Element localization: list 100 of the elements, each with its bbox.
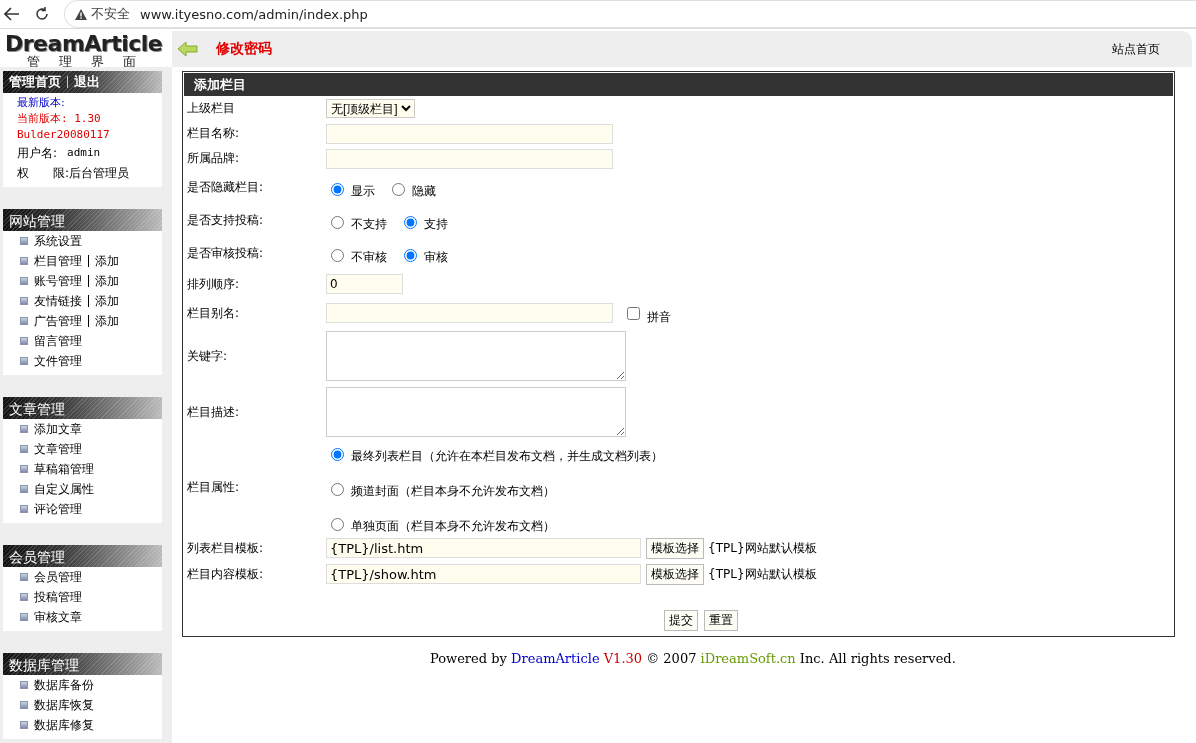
footer-text: Powered by DreamArticle V1.30 © 2007 iDreamSoft.cn Inc. All rights reserved. [430, 651, 956, 666]
reload-icon[interactable] [34, 6, 50, 22]
radio-button[interactable] [331, 248, 344, 262]
bullet-icon [20, 297, 28, 305]
field-label: 所属品牌: [187, 150, 241, 167]
warning-icon [75, 8, 87, 20]
option-label: 显示 [351, 183, 375, 200]
footer-link[interactable]: DreamArticle [511, 651, 600, 666]
sidebar-section-header: 网站管理 [3, 209, 162, 231]
sidebar-link[interactable]: 文件管理 [34, 352, 82, 370]
checkbox[interactable] [627, 306, 640, 320]
logo-subtitle: 管理界面 [26, 55, 155, 68]
sidebar-section-header: 文章管理 [3, 397, 162, 419]
sidebar-link[interactable]: 添加文章 [34, 420, 82, 438]
sidebar-link[interactable]: 草稿箱管理 [34, 460, 94, 478]
add-link[interactable]: 添加 [95, 272, 119, 290]
bullet-icon [20, 317, 28, 325]
sidebar-link[interactable]: 审核文章 [34, 608, 82, 626]
radio-button[interactable] [331, 517, 344, 531]
address-bar[interactable]: 不安全 www.ityesno.com/admin/index.php [64, 0, 1196, 28]
parent-column-select[interactable]: 无[顶级栏目] [326, 99, 415, 118]
build-text: Bulder20080117 [17, 127, 111, 143]
option-label: 支持 [424, 216, 448, 233]
info-label: 权 限: [17, 165, 70, 182]
bullet-icon [20, 485, 28, 493]
radio-button[interactable] [331, 482, 344, 496]
field-label: 排列顺序: [187, 275, 241, 293]
field-label: 栏目别名: [187, 304, 241, 322]
radio-button[interactable] [331, 447, 344, 461]
option-label: 审核 [424, 249, 448, 266]
info-label: 用户名: [17, 145, 58, 162]
radio-button[interactable] [392, 182, 405, 196]
sidebar-link[interactable]: 系统设置 [34, 232, 82, 250]
field-label: 是否支持投稿: [187, 212, 265, 229]
bullet-icon [20, 681, 28, 689]
checkbox-label: 拼音 [647, 308, 671, 326]
back-icon[interactable] [4, 7, 20, 21]
field-label: 栏目描述: [187, 403, 241, 421]
input-field[interactable]: {TPL}/show.htm [326, 564, 641, 584]
bullet-icon [20, 613, 28, 621]
sidebar-link[interactable]: 栏目管理 [34, 252, 82, 270]
field-label: 关键字: [187, 347, 229, 365]
input-field[interactable]: {TPL}/list.htm [326, 538, 641, 558]
bullet-icon [20, 505, 28, 513]
sidebar-section-header: 会员管理 [3, 545, 162, 567]
sidebar-link[interactable]: 数据库备份 [34, 676, 94, 694]
sidebar-link[interactable]: 投稿管理 [34, 588, 82, 606]
sidebar-link[interactable]: 友情链接 [34, 292, 82, 310]
sidebar-link[interactable]: 会员管理 [34, 568, 82, 586]
template-select-button[interactable]: 模板选择 [646, 537, 704, 559]
bullet-icon [20, 277, 28, 285]
field-label: 列表栏目模板: [187, 539, 265, 557]
add-link[interactable]: 添加 [95, 252, 119, 270]
input-field[interactable] [326, 123, 613, 144]
sidebar-link[interactable]: 自定义属性 [34, 480, 94, 498]
footer-link[interactable]: V1.30 [603, 651, 643, 666]
bullet-icon [20, 721, 28, 729]
bullet-icon [20, 257, 28, 265]
sidebar-link[interactable]: 评论管理 [34, 500, 82, 518]
sidebar-link[interactable]: 留言管理 [34, 332, 82, 350]
input-field[interactable] [326, 148, 613, 169]
radio-button[interactable] [404, 215, 417, 229]
add-link[interactable]: 添加 [95, 292, 119, 310]
bullet-icon [20, 357, 28, 365]
footer-link[interactable]: iDreamSoft.cn [700, 651, 796, 666]
option-label: 隐藏 [412, 183, 436, 200]
radio-button[interactable] [331, 182, 344, 196]
field-label: 是否隐藏栏目: [187, 179, 265, 196]
sidebar-link[interactable]: 文章管理 [34, 440, 82, 458]
bullet-icon [20, 425, 28, 433]
radio-button[interactable] [404, 248, 417, 262]
sidebar-section-header: 数据库管理 [3, 653, 162, 675]
logout-link[interactable]: 退出 [74, 73, 100, 91]
sidebar-link[interactable]: 数据库修复 [34, 716, 94, 734]
site-home-link[interactable]: 站点首页 [1112, 40, 1160, 58]
field-label: 栏目内容模板: [187, 565, 265, 583]
username-text: admin [67, 145, 101, 161]
option-label: 频道封面（栏目本身不允许发布文档） [351, 483, 555, 500]
sidebar-link[interactable]: 广告管理 [34, 312, 82, 330]
option-label: 单独页面（栏目本身不允许发布文档） [351, 518, 555, 535]
form-button[interactable]: 提交 [664, 610, 698, 631]
bullet-icon [20, 445, 28, 453]
change-password-link[interactable]: 修改密码 [216, 40, 272, 58]
bullet-icon [20, 337, 28, 345]
hint-text: {TPL}网站默认模板 [708, 565, 817, 583]
radio-button[interactable] [331, 215, 344, 229]
option-label: 不审核 [351, 249, 387, 266]
hint-text: {TPL}网站默认模板 [708, 539, 817, 557]
sidebar-link[interactable]: 账号管理 [34, 272, 82, 290]
input-field[interactable] [326, 303, 613, 323]
field-label: 栏目名称: [187, 125, 241, 142]
add-link[interactable]: 添加 [95, 312, 119, 330]
admin-home-link[interactable]: 管理首页 [9, 73, 61, 91]
template-select-button[interactable]: 模板选择 [646, 563, 704, 585]
panel-title: 添加栏目 [184, 73, 1173, 96]
bullet-icon [20, 573, 28, 581]
role-text: 后台管理员 [69, 165, 130, 182]
input-field[interactable]: 0 [326, 274, 403, 294]
form-button[interactable]: 重置 [704, 610, 738, 631]
sidebar-link[interactable]: 数据库恢复 [34, 696, 94, 714]
